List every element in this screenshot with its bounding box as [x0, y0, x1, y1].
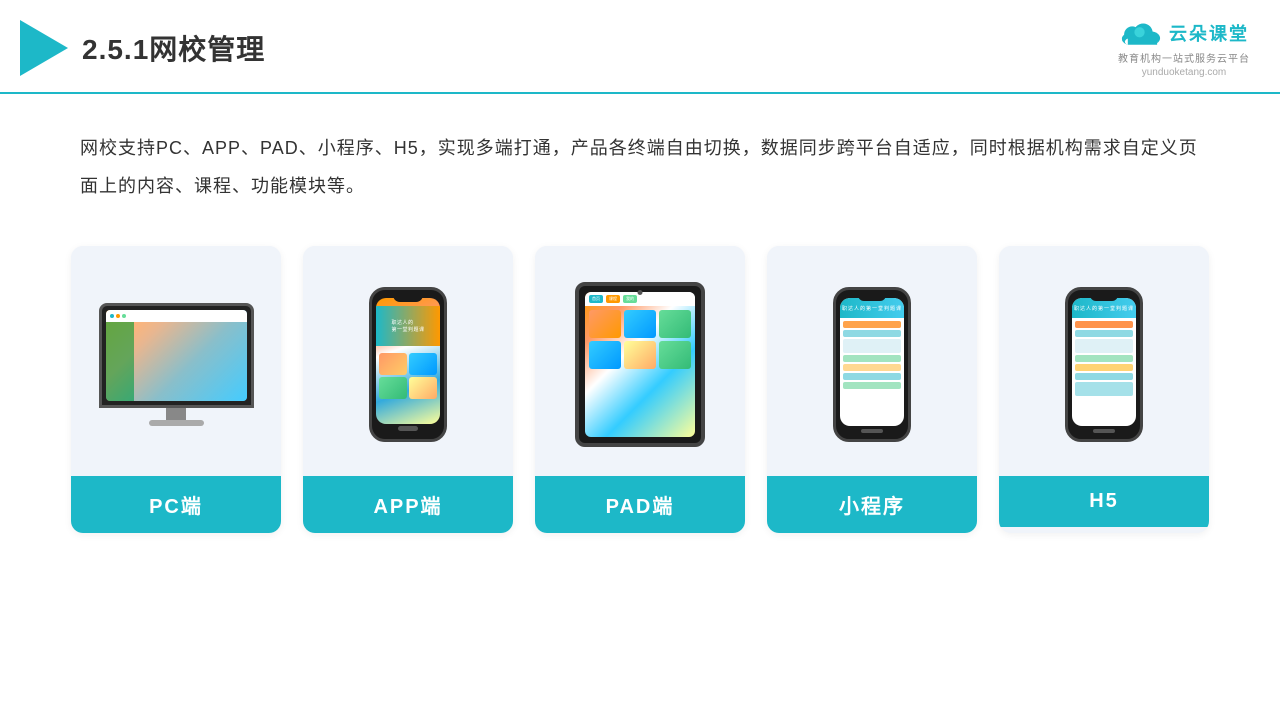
h5-home-bar	[1093, 429, 1115, 433]
mini-home-bar	[861, 429, 883, 433]
pad-content	[585, 306, 695, 373]
mini-screen-body	[840, 318, 904, 392]
pc-nav-bar	[106, 310, 247, 322]
phone-screen-cards	[379, 353, 437, 399]
pc-stand-base	[149, 420, 204, 426]
h5-row-3	[1075, 339, 1133, 353]
pc-mockup	[99, 303, 254, 426]
phone-screen-banner: 职达人的第一堂判题课	[376, 306, 440, 346]
brand-url: yunduoketang.com	[1142, 67, 1227, 78]
pad-tile-5	[624, 341, 656, 369]
card-pad-image: 首页 课程 我的	[535, 246, 745, 476]
pad-camera	[638, 290, 643, 295]
mini-screen-top: 职达人的第一堂判题课	[840, 298, 904, 318]
pad-nav-item-3: 我的	[623, 295, 637, 303]
h5-row-2	[1075, 330, 1133, 337]
h5-row-7	[1075, 382, 1133, 396]
h5-screen-top: 职达人的第一堂判题课	[1072, 298, 1136, 318]
header-left: 2.5.1网校管理	[20, 20, 265, 76]
h5-phone-mockup: 职达人的第一堂判题课	[1065, 287, 1143, 442]
pad-tile-4	[589, 341, 621, 369]
h5-screen-body	[1072, 318, 1136, 399]
card-pad-label: PAD端	[535, 476, 745, 533]
h5-row-5	[1075, 364, 1133, 371]
card-pc-label: PC端	[71, 476, 281, 533]
brand-slogan: 教育机构一站式服务云平台	[1118, 50, 1250, 65]
mini-row-3	[843, 339, 901, 353]
mini-phone-notch	[858, 295, 886, 301]
logo-triangle-icon	[20, 20, 68, 76]
description-text: 网校支持PC、APP、PAD、小程序、H5，实现多端打通，产品各终端自由切换，数…	[0, 94, 1280, 226]
card-miniprogram-image: 职达人的第一堂判题课	[767, 246, 977, 476]
card-miniprogram: 职达人的第一堂判题课 小程序	[767, 246, 977, 533]
mini-phone-screen: 职达人的第一堂判题课	[840, 298, 904, 426]
h5-phone-screen: 职达人的第一堂判题课	[1072, 298, 1136, 426]
miniprogram-phone-mockup: 职达人的第一堂判题课	[833, 287, 911, 442]
pad-mockup: 首页 课程 我的	[575, 282, 705, 447]
h5-row-6	[1075, 373, 1133, 380]
app-phone-mockup: 职达人的第一堂判题课	[369, 287, 447, 442]
card-app-label: APP端	[303, 476, 513, 533]
pc-sidebar	[106, 322, 134, 401]
pc-screen-outer	[99, 303, 254, 408]
pc-nav-dot	[110, 314, 114, 318]
pc-nav-dot-2	[116, 314, 120, 318]
brand-area: 云朵课堂 教育机构一站式服务云平台 yunduoketang.com	[1118, 18, 1250, 78]
h5-row-1	[1075, 321, 1133, 328]
card-pc-image	[71, 246, 281, 476]
psc-card-2	[409, 353, 437, 375]
phone-notch	[393, 295, 423, 302]
pc-nav-dot-3	[122, 314, 126, 318]
mini-row-1	[843, 321, 901, 328]
psc-card-4	[409, 377, 437, 399]
brand-logo: 云朵课堂	[1119, 18, 1249, 48]
card-pad: 首页 课程 我的 PAD端	[535, 246, 745, 533]
card-h5-image: 职达人的第一堂判题课	[999, 246, 1209, 476]
h5-row-4	[1075, 355, 1133, 362]
phone-screen: 职达人的第一堂判题课	[376, 298, 440, 424]
pc-screen-content	[106, 310, 247, 401]
pc-main	[134, 322, 247, 401]
mini-row-6	[843, 373, 901, 380]
card-app: 职达人的第一堂判题课 APP端	[303, 246, 513, 533]
pad-tile-3	[659, 310, 691, 338]
mini-row-4	[843, 355, 901, 362]
card-miniprogram-label: 小程序	[767, 476, 977, 533]
pad-nav-item-1: 首页	[589, 295, 603, 303]
brand-name: 云朵课堂	[1169, 20, 1249, 46]
psc-card-3	[379, 377, 407, 399]
card-app-image: 职达人的第一堂判题课	[303, 246, 513, 476]
pad-nav-item-2: 课程	[606, 295, 620, 303]
pc-screen-inner	[106, 310, 247, 401]
pad-tile-1	[589, 310, 621, 338]
cloud-icon	[1119, 18, 1163, 48]
card-h5: 职达人的第一堂判题课 H5	[999, 246, 1209, 533]
psc-card-1	[379, 353, 407, 375]
h5-phone-notch	[1090, 295, 1118, 301]
mini-row-2	[843, 330, 901, 337]
card-h5-label: H5	[999, 476, 1209, 527]
mini-row-5	[843, 364, 901, 371]
pad-tile-6	[659, 341, 691, 369]
mini-row-7	[843, 382, 901, 389]
card-pc: PC端	[71, 246, 281, 533]
pad-tile-2	[624, 310, 656, 338]
header: 2.5.1网校管理 云朵课堂 教育机构一站式服务云平台 yunduoketan	[0, 0, 1280, 94]
cards-section: PC端 职达人的第一堂判题课 APP端	[0, 236, 1280, 533]
page-title: 2.5.1网校管理	[82, 28, 265, 68]
pc-stand-neck	[166, 408, 186, 420]
pad-screen: 首页 课程 我的	[585, 292, 695, 437]
phone-home-button	[398, 426, 418, 431]
